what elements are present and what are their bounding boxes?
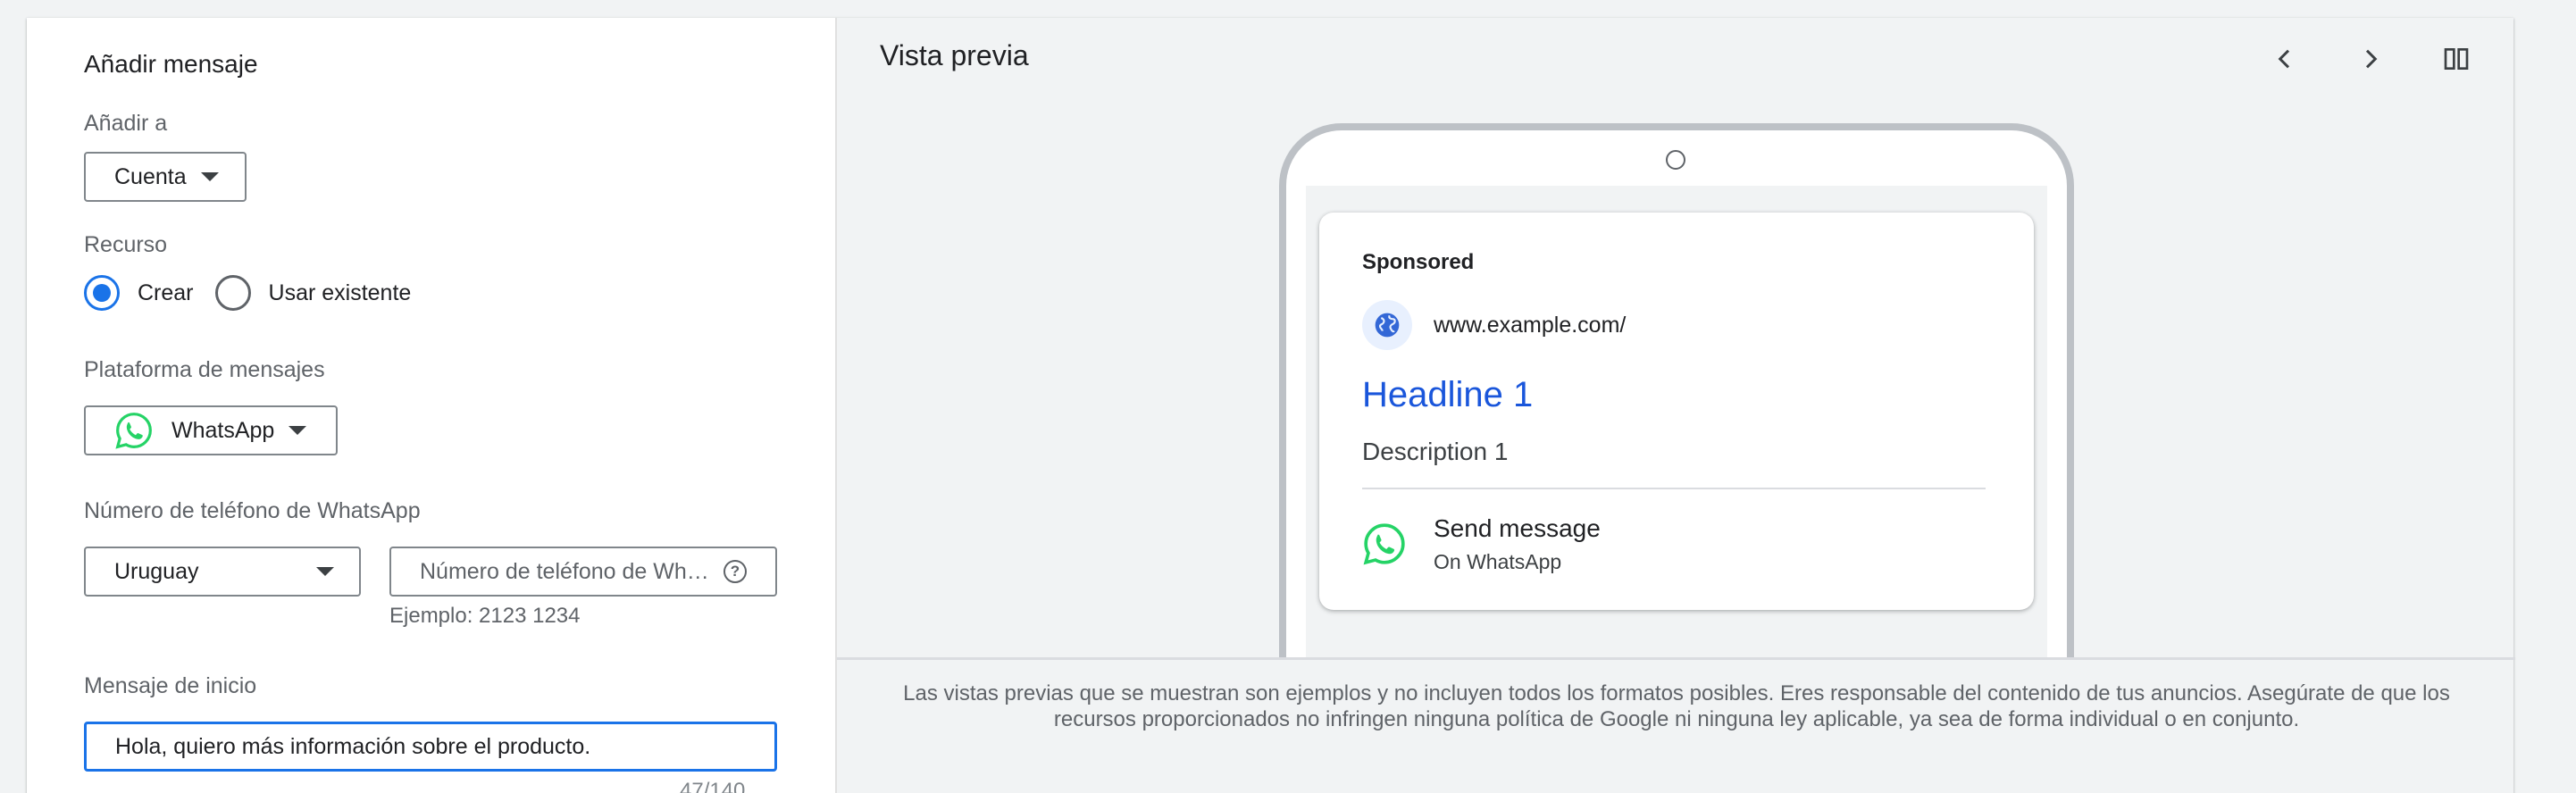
globe-icon (1375, 313, 1400, 338)
start-message-label: Mensaje de inicio (84, 673, 257, 698)
radio-create-label: Crear (138, 280, 194, 305)
phone-screen: Sponsored www.example.com/ Headline 1 De… (1306, 186, 2047, 657)
phone-placeholder: Número de teléfono de Wh… (420, 558, 709, 584)
layout-toggle-button[interactable] (2435, 38, 2478, 80)
preview-stage: Vista previa Sponsored www.example.com/ … (837, 18, 2515, 657)
phone-camera-icon (1666, 150, 1685, 170)
add-to-dropdown[interactable]: Cuenta (84, 152, 247, 202)
sponsored-label: Sponsored (1362, 250, 1475, 274)
whatsapp-icon (1363, 523, 1405, 565)
preview-panel: Vista previa Sponsored www.example.com/ … (835, 18, 2515, 793)
chevron-right-icon (2365, 49, 2378, 69)
ad-cta-subtitle: On WhatsApp (1434, 550, 1562, 573)
message-editor-card: Añadir mensaje Añadir a Cuenta Recurso C… (27, 18, 2515, 793)
country-value: Uruguay (114, 558, 199, 584)
chevron-left-icon (2278, 49, 2290, 69)
whatsapp-icon (115, 413, 152, 449)
preview-title: Vista previa (880, 39, 1029, 71)
next-button[interactable] (2349, 38, 2392, 80)
radio-use-existing[interactable] (214, 275, 251, 311)
dropdown-caret-icon (316, 567, 334, 576)
phone-number-input[interactable]: Número de teléfono de Wh… ? (389, 547, 777, 597)
platform-label: Plataforma de mensajes (84, 357, 325, 382)
start-message-value: Hola, quiero más información sobre el pr… (115, 733, 591, 759)
ad-description: Description 1 (1362, 438, 1509, 465)
start-message-counter: 47/140 (680, 779, 746, 793)
ad-display-url: www.example.com/ (1434, 313, 1627, 338)
platform-value: WhatsApp (171, 417, 275, 443)
radio-use-existing-label: Usar existente (268, 280, 412, 305)
ad-preview-card: Sponsored www.example.com/ Headline 1 De… (1319, 213, 2034, 610)
phone-label: Número de teléfono de WhatsApp (84, 498, 421, 523)
split-view-icon (2444, 48, 2469, 70)
country-dropdown[interactable]: Uruguay (84, 547, 361, 597)
phone-mockup: Sponsored www.example.com/ Headline 1 De… (1279, 123, 2074, 657)
resource-label: Recurso (84, 232, 168, 257)
add-to-label: Añadir a (84, 111, 168, 136)
preview-separator (837, 657, 2515, 660)
ad-divider (1362, 488, 1986, 489)
dropdown-caret-icon (200, 172, 219, 181)
help-circle-icon[interactable]: ? (723, 560, 747, 583)
ad-headline: Headline 1 (1362, 375, 1534, 414)
resource-radio-group: Crear Usar existente (84, 275, 411, 311)
dropdown-caret-icon (289, 426, 307, 435)
form-title: Añadir mensaje (84, 50, 258, 78)
preview-disclaimer: Las vistas previas que se muestran son e… (903, 681, 2450, 731)
globe-badge (1362, 300, 1412, 350)
ad-cta-title: Send message (1434, 514, 1601, 542)
radio-create[interactable] (84, 275, 120, 311)
start-message-input[interactable]: Hola, quiero más información sobre el pr… (84, 722, 777, 772)
phone-example-hint: Ejemplo: 2123 1234 (389, 604, 581, 628)
prev-button[interactable] (2263, 38, 2306, 80)
platform-dropdown[interactable]: WhatsApp (84, 405, 338, 455)
add-message-form: Añadir mensaje Añadir a Cuenta Recurso C… (27, 18, 835, 793)
add-to-value: Cuenta (114, 163, 187, 189)
